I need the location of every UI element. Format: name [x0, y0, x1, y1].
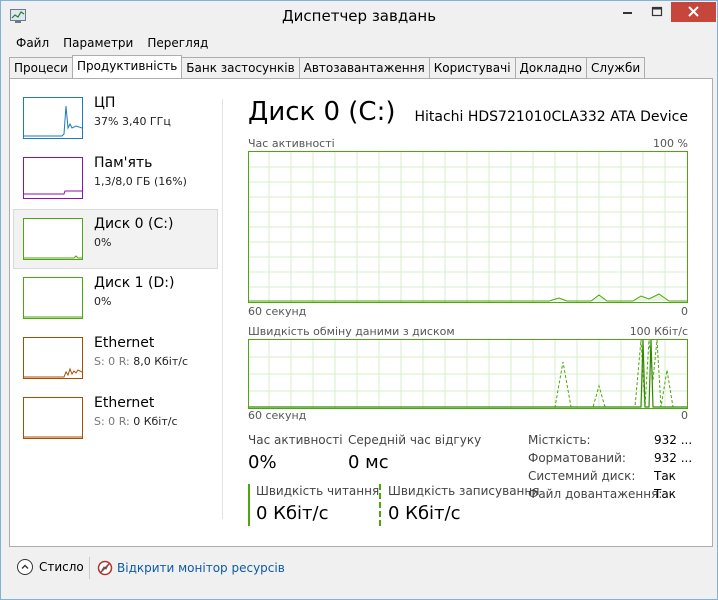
active-time-value: 0% — [248, 452, 277, 473]
device-name: Hitachi HDS721010CLA332 ATA Device — [414, 109, 688, 125]
transfer-rate-graph-max: 100 Кбіт/с — [629, 325, 688, 338]
receive-label: R: — [118, 355, 130, 368]
sidebar-item-subtitle: 0% — [94, 295, 112, 308]
window-title: Диспетчер завдань — [281, 7, 437, 25]
write-speed-indicator — [379, 484, 381, 526]
footer-separator — [89, 557, 90, 579]
transfer-rate-graph-min: 0 — [681, 409, 688, 422]
ethernet1-thumbnail-graph — [23, 337, 83, 379]
title-bar[interactable]: Диспетчер завдань — [1, 1, 717, 32]
maximize-button[interactable] — [643, 2, 671, 22]
active-time-graph-label: Час активності — [248, 137, 335, 150]
sidebar-item-subtitle: 1,3/8,0 ГБ (16%) — [94, 175, 187, 188]
transfer-rate-graph — [248, 339, 688, 409]
memory-thumbnail-graph — [23, 157, 83, 199]
formatted-value: 932 ... — [654, 451, 693, 465]
receive-value: 0 Кбіт/с — [133, 415, 178, 428]
active-time-graph-timespan: 60 секунд — [248, 305, 307, 318]
formatted-label: Форматований: — [528, 451, 626, 465]
sidebar-item-ethernet-2[interactable]: Ethernet S: 0 R: 0 Кбіт/с — [14, 389, 217, 447]
performance-panel: ЦП 37% 3,40 ГГц Пам'ять 1,3/8,0 ГБ (16%)… — [9, 78, 713, 547]
tab-app-history[interactable]: Банк застосунків — [181, 57, 300, 78]
active-time-graph — [248, 151, 688, 303]
sidebar-item-subtitle: S: 0 R: 8,0 Кбіт/с — [94, 355, 188, 368]
menu-view[interactable]: Перегляд — [140, 34, 215, 52]
cpu-thumbnail-graph — [23, 97, 83, 139]
open-resource-monitor-label: Відкрити монітор ресурсів — [117, 561, 285, 575]
system-disk-value: Так — [654, 469, 676, 483]
sidebar-item-title: Диск 1 (D:) — [94, 275, 175, 291]
sidebar-item-title: Ethernet — [94, 335, 155, 351]
maximize-icon — [651, 6, 663, 17]
minimize-icon — [623, 12, 632, 14]
read-speed-indicator — [248, 484, 250, 526]
sidebar-divider — [222, 99, 223, 519]
response-time-value: 0 мс — [348, 452, 389, 473]
sidebar-item-title: Пам'ять — [94, 155, 153, 171]
capacity-value: 932 ... — [654, 433, 693, 447]
menu-bar: Файл Параметри Перегляд — [9, 34, 215, 52]
send-value: S: 0 — [94, 355, 116, 368]
write-speed-label: Швидкість записування — [388, 484, 540, 498]
task-manager-window: Диспетчер завдань Файл Параметри Перегля… — [0, 0, 718, 600]
sidebar-item-memory[interactable]: Пам'ять 1,3/8,0 ГБ (16%) — [14, 149, 217, 207]
response-time-label: Середній час відгуку — [348, 433, 482, 447]
sidebar-item-title: Диск 0 (C:) — [94, 216, 174, 232]
receive-label: R: — [118, 415, 130, 428]
sidebar-item-ethernet-1[interactable]: Ethernet S: 0 R: 8,0 Кбіт/с — [14, 329, 217, 387]
write-speed-value: 0 Кбіт/с — [388, 503, 461, 524]
tab-processes[interactable]: Процеси — [9, 57, 73, 78]
sidebar-item-subtitle: 37% 3,40 ГГц — [94, 115, 171, 128]
menu-file[interactable]: Файл — [9, 34, 56, 52]
page-file-value: Так — [654, 487, 676, 501]
sidebar-item-cpu[interactable]: ЦП 37% 3,40 ГГц — [14, 89, 217, 147]
resource-monitor-icon — [97, 560, 113, 576]
sidebar-item-subtitle: S: 0 R: 0 Кбіт/с — [94, 415, 178, 428]
tab-startup[interactable]: Автозавантаження — [298, 57, 430, 78]
disk1-thumbnail-graph — [23, 277, 83, 319]
ethernet2-thumbnail-graph — [23, 397, 83, 439]
read-speed-label: Швидкість читання — [256, 484, 380, 498]
sidebar-item-subtitle: 0% — [94, 236, 112, 249]
tab-strip: Процеси Продуктивність Банк застосунків … — [9, 55, 646, 78]
read-speed-value: 0 Кбіт/с — [256, 503, 329, 524]
active-time-graph-max: 100 % — [653, 137, 688, 150]
chevron-up-icon — [17, 559, 33, 575]
capacity-label: Місткість: — [528, 433, 591, 447]
disk-details: Диск 0 (C:) Hitachi HDS721010CLA332 ATA … — [248, 79, 698, 539]
disk0-thumbnail-graph — [23, 218, 83, 260]
active-time-graph-min: 0 — [681, 305, 688, 318]
close-button[interactable] — [671, 2, 716, 22]
sidebar-item-title: Ethernet — [94, 395, 155, 411]
receive-value: 8,0 Кбіт/с — [133, 355, 189, 368]
fewer-details-label: Стисло — [39, 560, 84, 574]
tab-details[interactable]: Докладно — [514, 57, 588, 78]
sidebar-item-disk1[interactable]: Диск 1 (D:) 0% — [14, 269, 217, 327]
sidebar-item-disk0[interactable]: Диск 0 (C:) 0% — [13, 209, 218, 269]
minimize-button[interactable] — [613, 2, 643, 22]
transfer-rate-graph-timespan: 60 секунд — [248, 409, 307, 422]
system-disk-label: Системний диск: — [528, 469, 636, 483]
open-resource-monitor-link[interactable]: Відкрити монітор ресурсів — [97, 560, 285, 576]
menu-options[interactable]: Параметри — [56, 34, 140, 52]
close-icon — [688, 6, 699, 17]
footer-bar: Стисло Відкрити монітор ресурсів — [9, 553, 709, 583]
tab-users[interactable]: Користувачі — [428, 57, 516, 78]
sidebar-item-title: ЦП — [94, 95, 116, 111]
active-time-label: Час активності — [248, 433, 343, 447]
tab-services[interactable]: Служби — [586, 57, 646, 78]
fewer-details-button[interactable]: Стисло — [17, 559, 84, 575]
page-file-label: Файл довантаження: — [528, 487, 663, 501]
transfer-rate-graph-label: Швидкість обміну даними з диском — [248, 325, 455, 338]
send-value: S: 0 — [94, 415, 116, 428]
disk-title: Диск 0 (C:) — [248, 97, 396, 127]
tab-performance[interactable]: Продуктивність — [71, 55, 183, 78]
